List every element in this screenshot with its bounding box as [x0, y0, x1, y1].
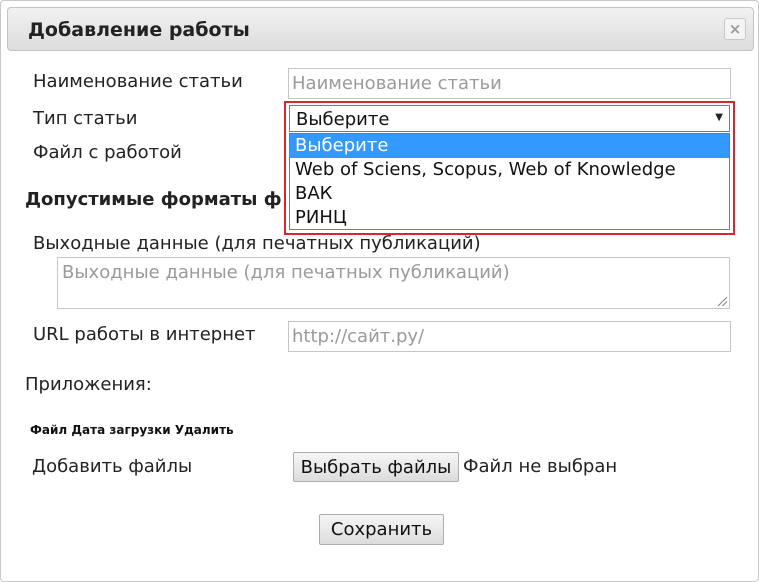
- save-button[interactable]: Сохранить: [319, 514, 444, 545]
- dialog-title: Добавление работы: [28, 19, 250, 41]
- article-type-label: Тип статьи: [33, 108, 138, 129]
- select-value: Выберите: [296, 109, 390, 130]
- option-vak[interactable]: ВАК: [290, 182, 729, 206]
- option-rinc[interactable]: РИНЦ: [290, 206, 729, 230]
- choose-files-button[interactable]: Выбрать файлы: [293, 452, 459, 482]
- chevron-down-icon: ▼: [715, 112, 723, 123]
- article-name-input[interactable]: Наименование статьи: [288, 68, 731, 99]
- dialog-titlebar: Добавление работы ×: [7, 7, 754, 51]
- article-name-label: Наименование статьи: [33, 71, 243, 92]
- attachments-table-header: Файл Дата загрузки Удалить: [30, 423, 234, 437]
- article-type-select[interactable]: Выберите ▼: [289, 105, 730, 132]
- file-label: Файл с работой: [33, 142, 182, 163]
- close-icon[interactable]: ×: [724, 18, 746, 40]
- url-label: URL работы в интернет: [33, 324, 256, 345]
- url-input[interactable]: http://сайт.ру/: [288, 321, 731, 352]
- resize-handle-icon[interactable]: [718, 297, 727, 306]
- output-data-label: Выходные данные (для печатных публикаций…: [33, 233, 481, 254]
- file-status: Файл не выбран: [463, 456, 618, 477]
- add-files-label: Добавить файлы: [32, 456, 193, 477]
- option-wos-scopus[interactable]: Web of Sciens, Scopus, Web of Knowledge: [290, 158, 729, 182]
- attachments-label: Приложения:: [25, 374, 152, 395]
- article-type-options: Выберите Web of Sciens, Scopus, Web of K…: [289, 133, 730, 230]
- option-select[interactable]: Выберите: [290, 134, 729, 158]
- formats-heading: Допустимые форматы ф: [25, 189, 282, 210]
- add-work-dialog: Добавление работы × Наименование статьи …: [0, 0, 759, 582]
- output-data-textarea[interactable]: Выходные данные (для печатных публикаций…: [57, 257, 730, 309]
- output-data-placeholder: Выходные данные (для печатных публикаций…: [62, 262, 510, 283]
